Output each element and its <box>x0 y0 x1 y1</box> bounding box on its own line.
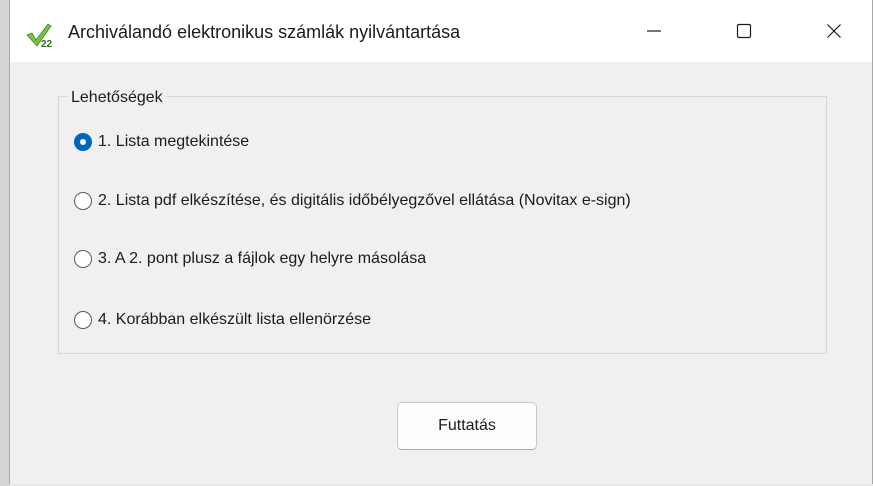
app-window: 22 Archiválandó elektronikus számlák nyi… <box>9 0 873 484</box>
run-button[interactable]: Futtatás <box>397 402 537 450</box>
close-button[interactable] <box>798 0 870 62</box>
radio-option-3[interactable] <box>74 250 92 268</box>
option-create-pdf[interactable]: 2. Lista pdf elkészítése, és digitális i… <box>74 190 631 212</box>
minimize-button[interactable] <box>618 0 690 62</box>
radio-option-4[interactable] <box>74 311 92 329</box>
close-icon <box>827 24 841 38</box>
option-copy-files[interactable]: 3. A 2. pont plusz a fájlok egy helyre m… <box>74 248 426 270</box>
maximize-button[interactable] <box>708 0 780 62</box>
option-verify-list[interactable]: 4. Korábban elkészült lista ellenörzése <box>74 309 371 331</box>
maximize-icon <box>736 23 752 39</box>
option-label: 2. Lista pdf elkészítése, és digitális i… <box>98 192 631 209</box>
svg-text:22: 22 <box>41 39 53 48</box>
radio-option-2[interactable] <box>74 192 92 210</box>
app-checkmark-icon: 22 <box>26 22 56 50</box>
radio-option-1[interactable] <box>74 133 92 151</box>
option-label: 3. A 2. pont plusz a fájlok egy helyre m… <box>98 250 427 267</box>
window-content: Lehetőségek 1. Lista megtekintése 2. Lis… <box>10 62 872 484</box>
option-view-list[interactable]: 1. Lista megtekintése <box>74 131 249 153</box>
window-title: Archiválandó elektronikus számlák nyilvá… <box>68 22 461 42</box>
option-label: 4. Korábban elkészült lista ellenörzése <box>98 311 372 328</box>
minimize-icon <box>647 30 661 32</box>
option-label: 1. Lista megtekintése <box>98 133 250 150</box>
title-bar[interactable]: 22 Archiválandó elektronikus számlák nyi… <box>10 0 872 62</box>
groupbox-label: Lehetőségek <box>68 89 166 107</box>
